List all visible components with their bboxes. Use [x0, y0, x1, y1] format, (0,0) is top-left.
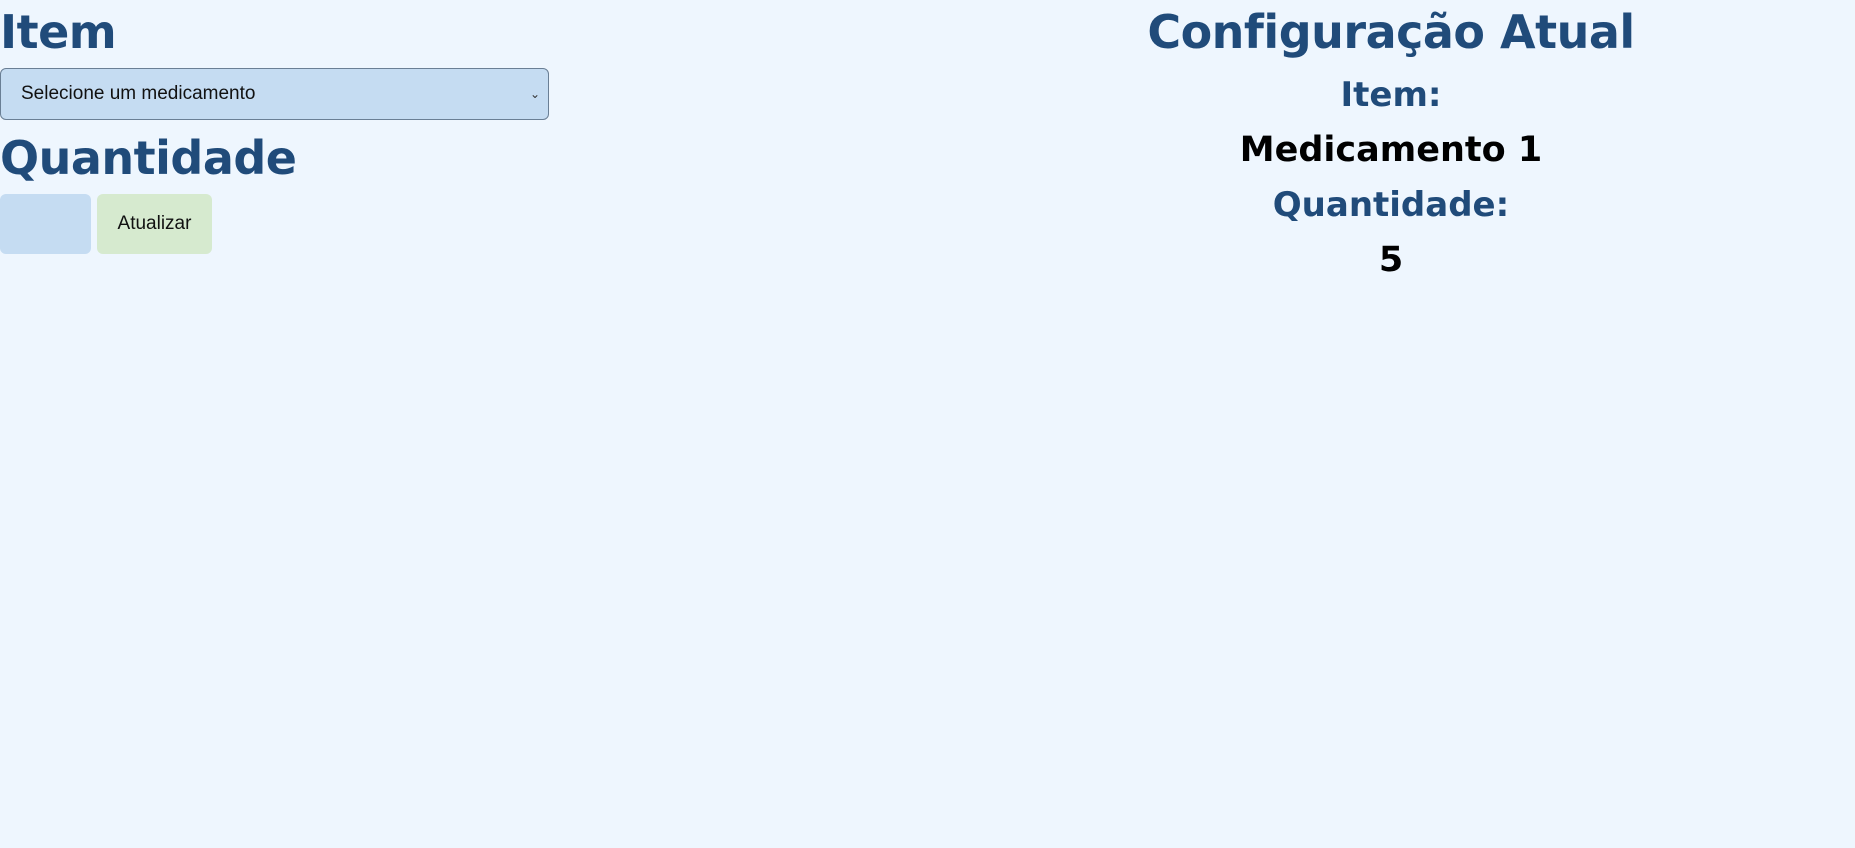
medication-select[interactable]: Selecione um medicamento ⌄ [0, 68, 549, 120]
item-heading: Item [0, 5, 117, 59]
medication-select-value: Selecione um medicamento [21, 83, 256, 104]
chevron-down-icon: ⌄ [529, 87, 540, 101]
current-config-title: Configuração Atual [1147, 5, 1635, 59]
quantity-input[interactable] [0, 194, 91, 254]
update-button[interactable]: Atualizar [97, 194, 212, 254]
current-item-label: Item: [1340, 75, 1442, 115]
current-item-value: Medicamento 1 [1239, 130, 1543, 170]
current-quantity-value: 5 [1378, 240, 1404, 280]
quantity-heading: Quantidade [0, 131, 297, 185]
current-quantity-label: Quantidade: [1272, 185, 1510, 225]
